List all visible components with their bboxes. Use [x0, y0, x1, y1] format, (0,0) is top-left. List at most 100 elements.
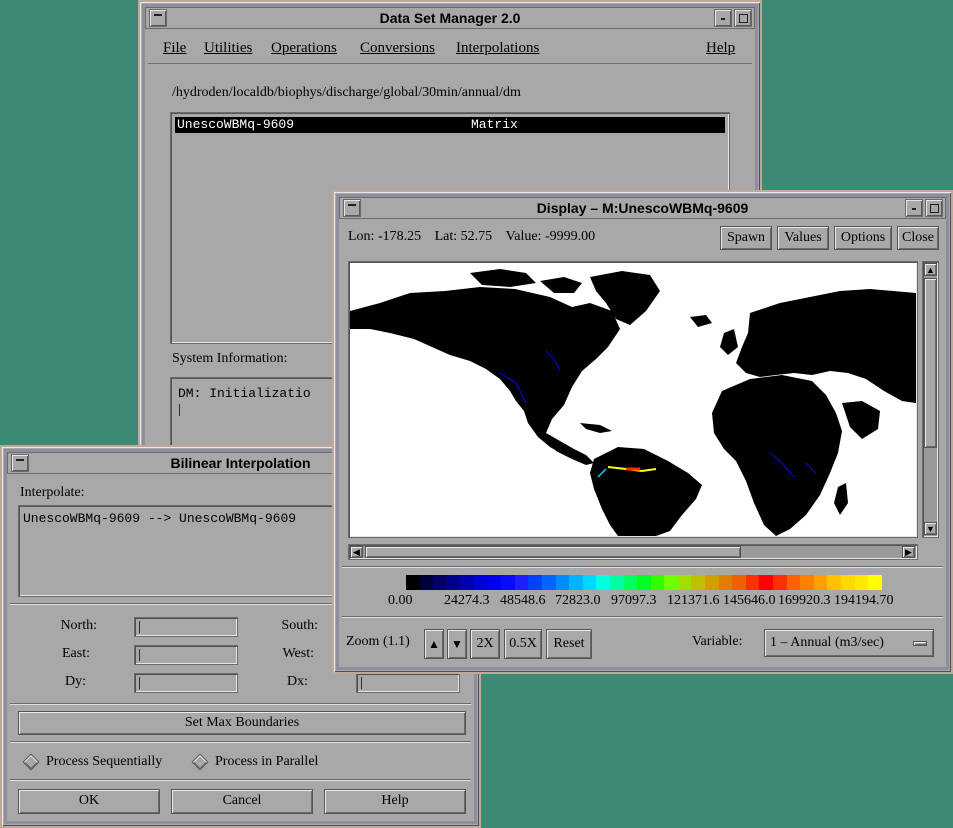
minimize-icon [721, 18, 725, 24]
zoom-2x-button[interactable]: 2X [470, 629, 500, 659]
colorbar-tick-label: 97097.3 [611, 593, 657, 608]
colorbar-swatch [623, 575, 638, 590]
colorbar [406, 575, 882, 590]
set-max-boundaries-button[interactable]: Set Max Boundaries [18, 711, 466, 735]
horizontal-scrollbar[interactable]: ◀ ▶ [348, 544, 918, 560]
zoom-in-arrow-icon[interactable]: ▲ [424, 629, 444, 659]
vertical-scroll-thumb[interactable] [924, 278, 937, 448]
scroll-down-arrow[interactable]: ▼ [924, 522, 937, 535]
lat-value: 52.75 [460, 229, 493, 244]
close-button[interactable]: Close [897, 226, 939, 250]
map-viewport[interactable] [348, 261, 918, 538]
menu-operations[interactable]: Operations [271, 40, 337, 57]
north-input[interactable] [134, 617, 238, 637]
west-label: West: [282, 646, 314, 661]
colorbar-swatch [473, 575, 488, 590]
colorbar-swatch [677, 575, 692, 590]
zoom-out-arrow-icon[interactable]: ▼ [447, 629, 467, 659]
menu-conversions[interactable]: Conversions [360, 40, 435, 57]
colorbar-swatch [718, 575, 733, 590]
colorbar-swatch [555, 575, 570, 590]
menu-utilities[interactable]: Utilities [204, 40, 252, 57]
system-info-label: System Information: [172, 351, 288, 366]
dy-input[interactable] [134, 673, 238, 693]
dropdown-indicator-icon [913, 641, 927, 646]
minimize-icon [912, 208, 916, 214]
dx-input[interactable] [356, 673, 460, 693]
colorbar-swatch [514, 575, 529, 590]
colorbar-tick-label: 48548.6 [500, 593, 546, 608]
colorbar-swatch [745, 575, 760, 590]
window-menu-icon [348, 204, 356, 210]
window-menu-button[interactable] [149, 9, 167, 27]
lon-value: -178.25 [377, 229, 422, 244]
separator [10, 779, 471, 781]
scroll-up-arrow[interactable]: ▲ [924, 263, 937, 276]
values-button[interactable]: Values [777, 226, 829, 250]
window-menu-button[interactable] [11, 454, 29, 472]
colorbar-swatch [800, 575, 814, 590]
north-label: North: [60, 618, 97, 633]
menu-file-label: File [163, 40, 187, 56]
colorbar-tick-label: 194194.70 [834, 593, 894, 608]
window-title: Display – M:UnescoWBMq-9609 [536, 200, 749, 216]
interpolate-text: UnescoWBMq-9609 --> UnescoWBMq-9609 [23, 511, 297, 526]
list-item[interactable]: UnescoWBMq-9609 Matrix [175, 117, 725, 133]
maximize-button[interactable] [925, 199, 943, 217]
options-button[interactable]: Options [834, 226, 892, 250]
colorbar-swatch [664, 575, 678, 590]
interpolate-label: Interpolate: [20, 485, 85, 500]
maximize-icon [739, 14, 748, 23]
colorbar-tick-label: 0.00 [388, 593, 413, 608]
colorbar-tick-label: 24274.3 [444, 593, 490, 608]
minimize-button[interactable] [905, 199, 923, 217]
colorbar-swatch [786, 575, 801, 590]
minimize-button[interactable] [714, 9, 732, 27]
separator [10, 703, 471, 705]
colorbar-swatch [827, 575, 841, 590]
title-bar[interactable]: Data Set Manager 2.0 [145, 7, 755, 29]
process-in-parallel-label[interactable]: Process in Parallel [215, 754, 318, 770]
horizontal-scroll-thumb[interactable] [365, 546, 741, 558]
colorbar-swatch [419, 575, 434, 590]
title-bar[interactable]: Display – M:UnescoWBMq-9609 [339, 197, 946, 219]
separator [342, 566, 943, 568]
process-sequentially-label[interactable]: Process Sequentially [46, 754, 162, 770]
colorbar-swatch [487, 575, 502, 590]
spawn-button[interactable]: Spawn [720, 226, 772, 250]
colorbar-swatch [596, 575, 610, 590]
ok-button[interactable]: OK [18, 789, 160, 814]
scroll-left-arrow[interactable]: ◀ [350, 546, 363, 558]
variable-select[interactable]: 1 – Annual (m3/sec) [764, 629, 934, 657]
zoom-half-button[interactable]: 0.5X [504, 629, 542, 659]
system-info-text: DM: Initializatio [178, 386, 311, 401]
menu-interpolations-label: Interpolations [456, 40, 540, 56]
colorbar-swatch [854, 575, 869, 590]
colorbar-swatch [813, 575, 828, 590]
menu-interpolations[interactable]: Interpolations [456, 40, 539, 57]
east-input[interactable] [134, 645, 238, 665]
cancel-button[interactable]: Cancel [171, 789, 313, 814]
cursor-readout: Lon: -178.25 Lat: 52.75 Value: -9999.00 [348, 229, 595, 245]
text-cursor [179, 404, 180, 416]
scroll-right-arrow[interactable]: ▶ [902, 546, 915, 558]
separator [10, 741, 471, 743]
separator [342, 616, 943, 618]
maximize-button[interactable] [734, 9, 752, 27]
colorbar-tick-label: 145646.0 [723, 593, 776, 608]
reset-button[interactable]: Reset [546, 629, 592, 659]
menu-file[interactable]: File [163, 40, 186, 57]
menu-conversions-label: Conversions [360, 40, 435, 56]
vertical-scrollbar[interactable]: ▲ ▼ [922, 261, 939, 538]
menu-operations-label: Operations [271, 40, 337, 56]
colorbar-swatch [773, 575, 787, 590]
window-title: Data Set Manager 2.0 [379, 10, 521, 26]
colorbar-swatch [705, 575, 719, 590]
menu-help[interactable]: Help [706, 40, 735, 57]
variable-label: Variable: [692, 634, 743, 649]
help-button[interactable]: Help [324, 789, 466, 814]
colorbar-swatch [650, 575, 665, 590]
dataset-type: Matrix [471, 117, 518, 132]
window-menu-button[interactable] [343, 199, 361, 217]
value-value: -9999.00 [544, 229, 596, 244]
